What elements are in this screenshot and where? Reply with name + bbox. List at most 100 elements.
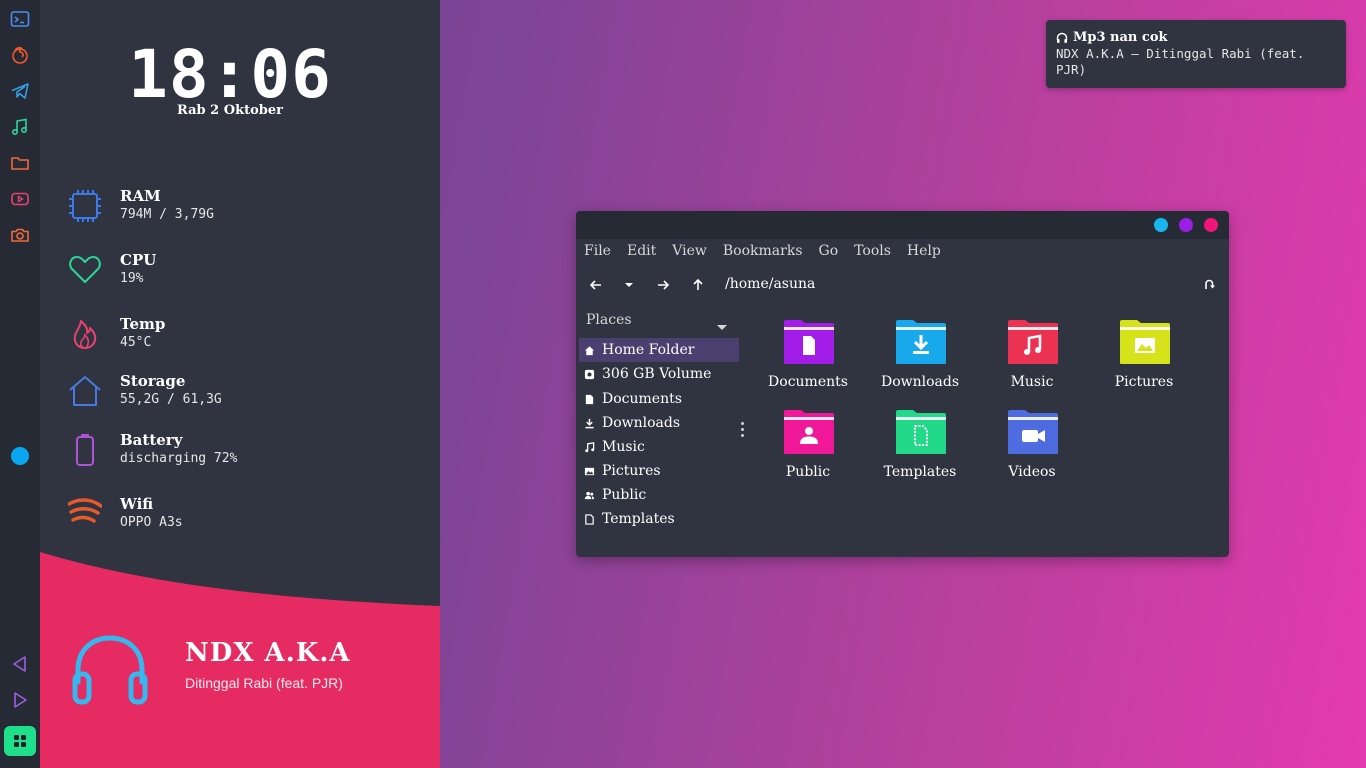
template-folder-icon [896, 410, 946, 454]
apps-grid-icon[interactable] [4, 726, 36, 756]
chip-icon [68, 189, 102, 223]
menu-tools[interactable]: Tools [854, 243, 891, 259]
stat-label: Storage [120, 372, 186, 390]
place-label: Public [602, 487, 647, 503]
place-label: Templates [602, 511, 675, 527]
place-documents[interactable]: Documents [579, 387, 739, 411]
terminal-icon[interactable] [8, 7, 32, 31]
stat-value: 45°C [120, 335, 152, 350]
flame-icon [68, 317, 102, 351]
image-icon [583, 465, 595, 477]
place-pictures[interactable]: Pictures [579, 459, 739, 483]
titlebar[interactable] [576, 211, 1229, 239]
dock [0, 0, 40, 768]
place-volume[interactable]: 306 GB Volume [579, 362, 739, 386]
place-templates[interactable]: Templates [579, 507, 739, 531]
people-icon [583, 489, 595, 501]
arrow-right-icon [658, 280, 670, 290]
battery-icon [68, 433, 102, 467]
close-button[interactable] [1204, 218, 1218, 232]
stat-ram: RAM 794M / 3,79G [68, 187, 408, 231]
stat-temp: Temp 45°C [68, 315, 408, 359]
pane-splitter-handle[interactable] [741, 422, 745, 440]
minimize-button[interactable] [1154, 218, 1168, 232]
firefox-icon[interactable] [8, 43, 32, 67]
folder-templates[interactable]: Templates [870, 409, 970, 493]
heart-icon [68, 253, 102, 287]
music-note-icon[interactable] [8, 115, 32, 139]
place-label: Home Folder [602, 342, 695, 358]
menu-bookmarks[interactable]: Bookmarks [723, 243, 803, 259]
stat-battery: Battery discharging 72% [68, 431, 408, 475]
music-artist: NDX A.K.A [185, 638, 351, 668]
video-folder-icon [1008, 410, 1058, 454]
place-label: Downloads [602, 415, 681, 431]
folder-label: Music [1010, 374, 1054, 390]
folder-icon[interactable] [8, 151, 32, 175]
document-icon [583, 393, 595, 405]
forward-button[interactable] [651, 273, 675, 297]
folder-label: Pictures [1114, 374, 1174, 390]
menu-file[interactable]: File [584, 243, 611, 259]
telegram-icon[interactable] [8, 79, 32, 103]
folder-downloads[interactable]: Downloads [870, 319, 970, 403]
stat-cpu: CPU 19% [68, 251, 408, 295]
place-label: Pictures [602, 463, 661, 479]
folder-public[interactable]: Public [758, 409, 858, 493]
youtube-icon[interactable] [8, 187, 32, 211]
back-button[interactable] [584, 273, 608, 297]
stat-storage: Storage 55,2G / 61,3G [68, 372, 408, 416]
folder-label: Videos [1008, 464, 1056, 480]
places-header[interactable]: Places [586, 312, 731, 328]
clock-date: Rab 2 Oktober [177, 103, 283, 118]
document-icon [583, 513, 595, 525]
stat-label: Wifi [120, 495, 154, 513]
stat-wifi: Wifi OPPO A3s [67, 495, 408, 539]
reload-button[interactable] [1197, 273, 1221, 297]
menu-help[interactable]: Help [907, 243, 941, 259]
clock-time: 18:06 [128, 36, 332, 113]
folder-label: Templates [883, 464, 957, 480]
arrow-up-icon [693, 278, 703, 290]
document-folder-icon [784, 320, 834, 364]
notification-title: Mp3 nan cok [1056, 30, 1336, 45]
folder-videos[interactable]: Videos [982, 409, 1082, 493]
up-button[interactable] [686, 273, 710, 297]
notification-body: NDX A.K.A – Ditinggal Rabi (feat. PJR) [1056, 46, 1305, 77]
media-notification[interactable]: Mp3 nan cok NDX A.K.A – Ditinggal Rabi (… [1046, 20, 1346, 88]
folder-documents[interactable]: Documents [758, 319, 858, 403]
maximize-button[interactable] [1179, 218, 1193, 232]
reload-icon [1205, 279, 1215, 289]
music-folder-icon [1008, 320, 1058, 364]
public-folder-icon [784, 410, 834, 454]
stat-label: Battery [120, 431, 183, 449]
place-label: 306 GB Volume [602, 366, 712, 382]
headphones-icon [68, 628, 152, 712]
workspace-indicator[interactable] [11, 447, 29, 465]
stat-label: Temp [120, 315, 166, 333]
stat-label: RAM [120, 187, 161, 205]
music-track: Ditinggal Rabi (feat. PJR) [185, 675, 343, 691]
place-public[interactable]: Public [579, 483, 739, 507]
info-panel: 18:06 Rab 2 Oktober RAM 794M / 3,79G CPU… [40, 0, 440, 768]
chevron-down-icon[interactable] [716, 317, 728, 336]
place-music[interactable]: Music [579, 435, 739, 459]
folder-music[interactable]: Music [982, 319, 1082, 403]
notification-title-text: Mp3 nan cok [1073, 30, 1168, 45]
previous-icon[interactable] [8, 652, 32, 676]
location-path[interactable]: /home/asuna [725, 276, 815, 292]
place-downloads[interactable]: Downloads [579, 411, 739, 435]
place-home-folder[interactable]: Home Folder [579, 338, 739, 362]
history-dropdown-button[interactable] [617, 273, 641, 297]
folder-label: Downloads [880, 374, 960, 390]
arrow-left-icon [589, 280, 601, 290]
menu-edit[interactable]: Edit [627, 243, 656, 259]
camera-icon[interactable] [8, 223, 32, 247]
toolbar: /home/asuna [584, 273, 1224, 299]
download-icon [583, 417, 595, 429]
play-icon[interactable] [8, 688, 32, 712]
stat-value: 794M / 3,79G [120, 207, 214, 222]
folder-pictures[interactable]: Pictures [1094, 319, 1194, 403]
menu-view[interactable]: View [672, 243, 707, 259]
menu-go[interactable]: Go [819, 243, 839, 259]
